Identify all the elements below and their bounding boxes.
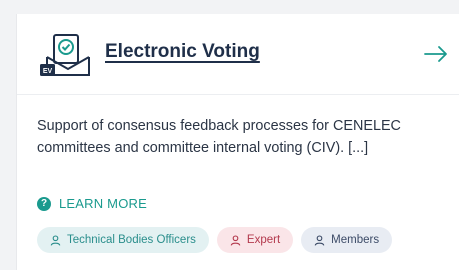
audience-tags: Technical Bodies Officers Expert Members: [37, 227, 393, 253]
arrow-right-icon[interactable]: [423, 44, 449, 64]
service-description: Support of consensus feedback processes …: [37, 118, 401, 156]
ev-vote-document-icon: EV: [40, 34, 90, 76]
question-circle-icon: ?: [37, 196, 51, 211]
tag-members: Members: [301, 227, 393, 253]
user-icon: [314, 234, 325, 246]
user-icon: [230, 234, 241, 246]
learn-more-label: LEARN MORE: [59, 196, 147, 211]
tag-label: Expert: [246, 234, 281, 246]
tag-label: Technical Bodies Officers: [67, 234, 196, 246]
service-title-link[interactable]: Electronic Voting: [105, 41, 260, 63]
user-icon: [50, 234, 61, 246]
card-header: EV Electronic Voting: [17, 14, 459, 95]
ev-badge-label: EV: [43, 68, 53, 75]
tag-technical-bodies-officers: Technical Bodies Officers: [37, 227, 209, 253]
tag-expert: Expert: [216, 227, 294, 253]
tag-label: Members: [331, 234, 380, 246]
service-card: EV Electronic Voting Support of consensu…: [16, 14, 459, 270]
learn-more-link[interactable]: ? LEARN MORE: [37, 196, 147, 211]
